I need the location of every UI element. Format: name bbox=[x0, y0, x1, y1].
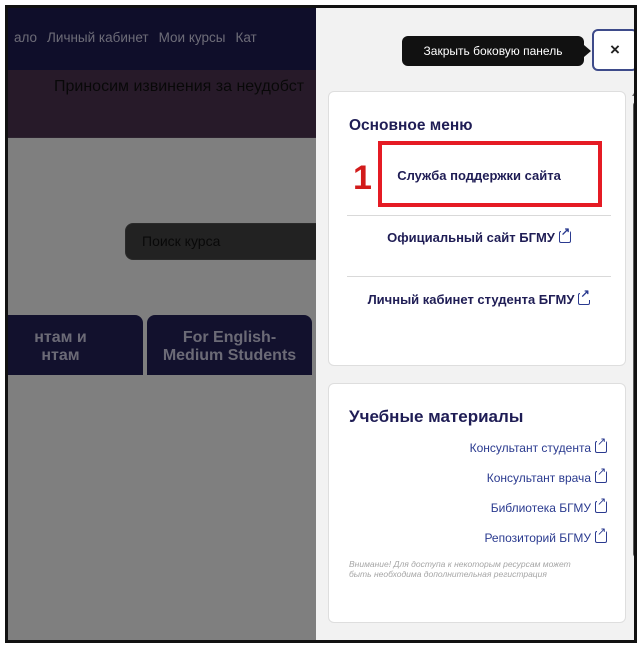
tile-line-1: For English- bbox=[182, 329, 277, 346]
drawer-scrollbar[interactable] bbox=[632, 90, 634, 560]
close-drawer-tooltip: Закрыть боковую панель bbox=[402, 36, 591, 66]
study-materials-card: Учебные материалы Консультант студента К… bbox=[328, 383, 626, 623]
student-consultant-link[interactable]: Консультант студента bbox=[469, 437, 607, 455]
annotation-highlight-box bbox=[378, 141, 602, 207]
english-medium-tile[interactable]: For English- Medium Students bbox=[147, 315, 312, 375]
external-link-icon bbox=[595, 497, 607, 513]
student-cabinet-label: Личный кабинет студента БГМУ bbox=[367, 292, 575, 307]
course-search-input[interactable]: Поиск курса bbox=[125, 223, 335, 260]
tile-line-1: нтам и bbox=[34, 329, 87, 346]
divider bbox=[347, 215, 611, 216]
nav-item-dashboard[interactable]: Личный кабинет bbox=[47, 30, 149, 45]
main-menu-title: Основное меню bbox=[349, 117, 473, 134]
search-placeholder: Поиск курса bbox=[142, 233, 221, 249]
doctor-consultant-label: Консультант врача bbox=[486, 471, 591, 485]
divider bbox=[347, 276, 611, 277]
nav-item-catalog[interactable]: Кат bbox=[235, 30, 256, 45]
primary-navigation: ало Личный кабинет Мои курсы Кат bbox=[14, 30, 257, 45]
external-link-icon bbox=[558, 227, 571, 243]
repository-label: Репозиторий БГМУ bbox=[484, 531, 591, 545]
registration-note: Внимание! Для доступа к некоторым ресурс… bbox=[349, 559, 571, 579]
course-category-tile[interactable]: нтам и нтам bbox=[8, 315, 143, 375]
official-site-label: Официальный сайт БГМУ bbox=[387, 230, 555, 245]
external-link-icon bbox=[595, 527, 607, 543]
scroll-up-arrow-icon[interactable] bbox=[632, 90, 634, 96]
library-label: Библиотека БГМУ bbox=[490, 501, 591, 515]
official-site-link[interactable]: Официальный сайт БГМУ bbox=[347, 227, 611, 245]
external-link-icon bbox=[595, 467, 607, 483]
close-drawer-button[interactable]: × bbox=[592, 29, 634, 71]
nav-item-home[interactable]: ало bbox=[14, 30, 37, 45]
student-consultant-label: Консультант студента bbox=[469, 441, 591, 455]
tile-line-2: нтам bbox=[41, 347, 80, 364]
external-link-icon bbox=[595, 437, 607, 453]
repository-link[interactable]: Репозиторий БГМУ bbox=[484, 527, 607, 545]
library-link[interactable]: Библиотека БГМУ bbox=[490, 497, 607, 515]
screenshot-frame: ало Личный кабинет Мои курсы Кат Приноси… bbox=[5, 5, 637, 643]
study-materials-title: Учебные материалы bbox=[349, 407, 524, 426]
main-menu-card: Основное меню Служба поддержки сайта Офи… bbox=[328, 91, 626, 366]
scroll-thumb[interactable] bbox=[633, 102, 634, 557]
doctor-consultant-link[interactable]: Консультант врача bbox=[486, 467, 607, 485]
external-link-icon bbox=[578, 289, 591, 305]
next-card bbox=[328, 640, 626, 643]
student-cabinet-link[interactable]: Личный кабинет студента БГМУ bbox=[347, 289, 611, 307]
annotation-number: 1 bbox=[353, 159, 372, 197]
nav-item-my-courses[interactable]: Мои курсы bbox=[159, 30, 226, 45]
alert-text: Приносим извинения за неудобст bbox=[54, 78, 305, 95]
tile-line-2: Medium Students bbox=[162, 347, 297, 364]
